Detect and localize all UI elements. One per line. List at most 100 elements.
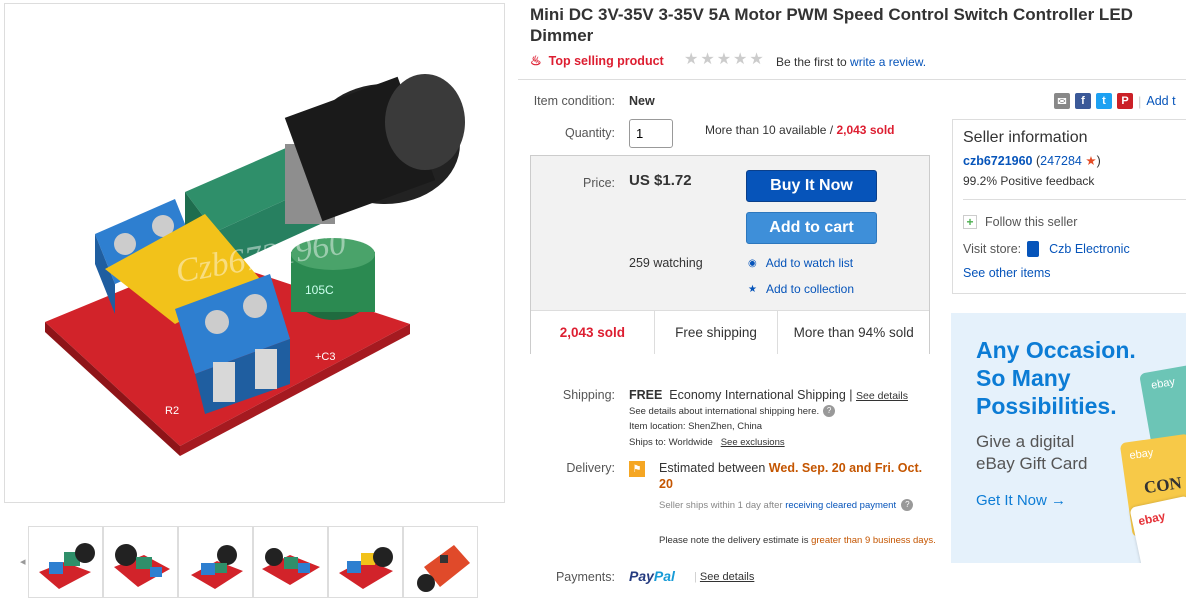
paypal-pal: Pal xyxy=(653,568,675,584)
item-title: Mini DC 3V-35V 3-35V 5A Motor PWM Speed … xyxy=(530,5,1133,45)
shipping-label: Shipping: xyxy=(562,388,615,402)
separator: | xyxy=(694,571,697,583)
item-location-label: Item location: xyxy=(629,421,686,432)
collection-link[interactable]: ★ Add to collection xyxy=(748,282,854,296)
buy-it-now-button[interactable]: Buy It Now xyxy=(746,170,877,202)
see-other-items-link[interactable]: See other items xyxy=(963,266,1051,280)
item-condition-value: New xyxy=(629,94,655,108)
flag-icon: ⚑ xyxy=(629,461,645,477)
availability: More than 10 available / 2,043 sold xyxy=(705,123,894,137)
help-icon[interactable]: ? xyxy=(823,405,836,417)
gift-card-image: ebay xyxy=(1129,495,1186,563)
price-value: US $1.72 xyxy=(629,172,692,189)
separator: | xyxy=(1138,93,1142,109)
payments-details: | See details xyxy=(694,571,754,583)
paypal-logo: PayPal xyxy=(629,568,675,584)
help-icon[interactable]: ? xyxy=(901,499,914,512)
main-product-image[interactable]: 105C R2 +C3 Czb6721960 xyxy=(4,3,505,503)
twitter-icon[interactable]: t xyxy=(1096,93,1112,109)
star-icon: ★ xyxy=(700,51,715,68)
star-icon: ★ xyxy=(748,283,757,295)
plus-icon: + xyxy=(963,215,977,229)
review-prefix: Be the first to xyxy=(776,55,847,69)
availability-separator: / xyxy=(829,123,834,137)
ad-headline-line: Possibilities. xyxy=(976,393,1117,419)
watch-list-link[interactable]: ◉ Add to watch list xyxy=(748,256,853,270)
item-location: Item location: ShenZhen, China xyxy=(629,421,762,432)
shipping-free: FREE xyxy=(629,388,663,402)
svg-text:+C3: +C3 xyxy=(315,351,336,363)
payments-see-details-link[interactable]: See details xyxy=(700,571,754,583)
thumbnail-1[interactable] xyxy=(28,526,103,598)
card-brand: ebay xyxy=(1150,375,1176,392)
star-icon: ★ xyxy=(733,51,748,68)
seller-username-link[interactable]: czb6721960 xyxy=(963,154,1033,168)
email-icon[interactable]: ✉ xyxy=(1054,93,1070,109)
card-text: CON xyxy=(1142,473,1183,498)
add-to-watch-link[interactable]: Add t xyxy=(1146,94,1175,108)
quantity-input[interactable] xyxy=(629,119,673,148)
payments-label: Payments: xyxy=(555,570,615,584)
delivery-prefix: Estimated between xyxy=(659,461,766,475)
thumbnail-3[interactable] xyxy=(178,526,253,598)
stats-row: 2,043 sold Free shipping More than 94% s… xyxy=(531,310,929,354)
delivery-label: Delivery: xyxy=(566,461,615,475)
gift-card-ad[interactable]: Any Occasion. So Many Possibilities. Giv… xyxy=(951,313,1186,563)
shipping-main: FREE Economy International Shipping | Se… xyxy=(629,388,908,402)
ad-headline-line: So Many xyxy=(976,365,1071,391)
collection-label: Add to collection xyxy=(765,282,855,296)
card-brand: ebay xyxy=(1136,508,1167,529)
ships-to-value: Worldwide xyxy=(668,437,713,448)
ships-to: Ships to: Worldwide See exclusions xyxy=(629,437,785,448)
ad-headline: Any Occasion. So Many Possibilities. xyxy=(976,336,1136,420)
watching-count: 259 watching xyxy=(629,256,703,270)
delivery-note: Please note the delivery estimate is gre… xyxy=(659,535,939,546)
price-label: Price: xyxy=(583,176,615,190)
add-to-cart-button[interactable]: Add to cart xyxy=(746,212,877,244)
flame-icon: ♨ xyxy=(530,53,542,68)
thumbnail-5[interactable] xyxy=(328,526,403,598)
intl-shipping-note: See details about international shipping… xyxy=(629,405,836,417)
stats-shipping: Free shipping xyxy=(655,311,779,354)
feedback-score-link[interactable]: 247284 xyxy=(1040,154,1082,168)
shipping-method: Economy International Shipping | xyxy=(669,388,853,402)
store-icon xyxy=(1027,241,1040,257)
positive-feedback: 99.2% Positive feedback xyxy=(963,174,1095,188)
quantity-label: Quantity: xyxy=(564,126,615,140)
delivery-note-highlight: greater than 9 business days. xyxy=(811,535,936,546)
seller-info-box: Seller information czb6721960 (247284 ★)… xyxy=(952,119,1186,294)
eye-icon: ◉ xyxy=(748,257,757,269)
top-selling-label: Top selling product xyxy=(548,54,664,68)
thumbnail-4[interactable] xyxy=(253,526,328,598)
get-it-now-link[interactable]: Get It Now → xyxy=(976,492,1066,509)
seller-info-heading: Seller information xyxy=(963,129,1088,146)
rating-stars: ★ ★ ★ ★ ★ xyxy=(684,51,764,69)
share-icons: ✉ f t P | Add t xyxy=(1054,93,1176,109)
store-name-link[interactable]: Czb Electronic xyxy=(1049,242,1130,256)
see-exclusions-link[interactable]: See exclusions xyxy=(721,437,785,448)
card-brand: ebay xyxy=(1128,446,1155,463)
thumbnail-2[interactable] xyxy=(103,526,178,598)
top-selling-badge: ♨ Top selling product xyxy=(530,53,664,69)
item-condition-label: Item condition: xyxy=(533,94,615,108)
ad-headline-line: Any Occasion. xyxy=(976,337,1136,363)
feedback-star-icon: ★ xyxy=(1085,154,1097,168)
follow-seller[interactable]: + Follow this seller xyxy=(963,215,1077,229)
paypal-pay: Pay xyxy=(629,568,654,584)
seller-id-line: czb6721960 (247284 ★) xyxy=(963,154,1101,168)
item-location-value: ShenZhen, China xyxy=(688,421,763,432)
pinterest-icon[interactable]: P xyxy=(1117,93,1133,109)
facebook-icon[interactable]: f xyxy=(1075,93,1091,109)
follow-seller-label: Follow this seller xyxy=(985,215,1078,229)
visit-store: Visit store: Czb Electronic xyxy=(963,241,1130,257)
thumbnail-6[interactable] xyxy=(403,526,478,598)
write-review-link[interactable]: write a review. xyxy=(850,55,926,69)
ships-to-label: Ships to: xyxy=(629,437,666,448)
star-icon: ★ xyxy=(684,51,699,68)
shipping-see-details-link[interactable]: See details xyxy=(856,390,908,402)
thumb-prev-arrow-icon[interactable]: ◂ xyxy=(20,555,26,568)
intl-shipping-note-text: See details about international shipping… xyxy=(629,405,820,417)
review-prompt: Be the first to write a review. xyxy=(776,55,926,69)
cleared-payment-link[interactable]: receiving cleared payment xyxy=(785,500,896,511)
availability-text: More than 10 available xyxy=(705,123,827,137)
